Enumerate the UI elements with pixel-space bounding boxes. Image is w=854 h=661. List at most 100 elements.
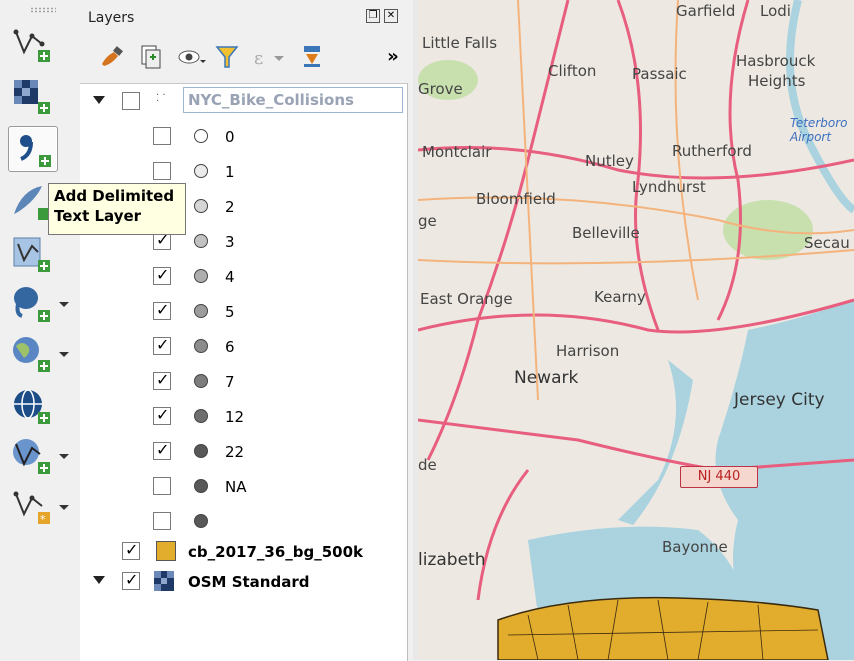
- point-symbol-icon: [194, 129, 208, 143]
- place-label: Lyndhurst: [632, 178, 706, 196]
- layer-checkbox[interactable]: ✓: [122, 542, 140, 560]
- class-checkbox[interactable]: [153, 162, 171, 180]
- panel-title: Layers: [88, 10, 134, 26]
- legend-class-row[interactable]: ✓5: [80, 296, 407, 328]
- close-panel-button[interactable]: ✕: [384, 9, 398, 23]
- place-label: Little Falls: [422, 34, 497, 52]
- globe-grid-icon: [8, 384, 56, 428]
- legend-class-row[interactable]: ✓ 12: [80, 401, 407, 433]
- style-manager-button[interactable]: [96, 42, 126, 72]
- add-wms-layer-button[interactable]: [8, 332, 56, 376]
- add-wcs-layer-button[interactable]: [8, 384, 56, 428]
- legend-class-row[interactable]: ✓22: [80, 436, 407, 468]
- class-checkbox[interactable]: [153, 127, 171, 145]
- wms-dropdown[interactable]: [56, 347, 72, 361]
- add-raster-layer-button[interactable]: [8, 74, 56, 118]
- filter-icon: [212, 42, 242, 72]
- tooltip: Add Delimited Text Layer: [48, 183, 186, 235]
- toolbar-grip[interactable]: [30, 7, 56, 13]
- class-checkbox[interactable]: ✓: [153, 302, 171, 320]
- add-group-button[interactable]: [134, 42, 164, 72]
- point-symbol-icon: [194, 514, 208, 528]
- filter-legend-button[interactable]: [212, 42, 242, 72]
- tooltip-line-2: Text Layer: [54, 206, 185, 226]
- chevron-down-icon: [56, 449, 72, 463]
- expand-collapse-button[interactable]: [298, 42, 328, 72]
- collapse-icon: [298, 42, 328, 72]
- place-label: Garfield: [676, 2, 735, 20]
- check-icon: ✓: [156, 370, 169, 389]
- point-symbol-icon: [194, 409, 208, 423]
- point-symbol-icon: [194, 199, 208, 213]
- layer-row-osm-standard[interactable]: ✓ OSM Standard: [80, 566, 407, 598]
- chevron-down-icon: [56, 297, 72, 311]
- virtual-layer-dropdown[interactable]: [56, 500, 72, 514]
- legend-class-row[interactable]: ✓7: [80, 366, 407, 398]
- airport-label: Teterboro Airport: [790, 116, 852, 144]
- map-canvas[interactable]: GarfieldLodiLittle FallsCliftonPassaicHa…: [418, 0, 854, 660]
- place-label: Montclair: [422, 143, 491, 161]
- place-label: Rutherford: [672, 142, 752, 160]
- layer-row-cb-2017[interactable]: ✓ cb_2017_36_bg_500k: [80, 536, 407, 568]
- comma-icon: [9, 127, 57, 171]
- point-symbol-icon: [194, 304, 208, 318]
- check-icon: ✓: [156, 335, 169, 354]
- check-icon: ✓: [125, 540, 138, 559]
- add-wfs-layer-button[interactable]: [8, 434, 56, 478]
- add-delimited-text-layer-button[interactable]: [8, 126, 58, 172]
- new-shapefile-layer-button[interactable]: [8, 232, 56, 276]
- expression-icon: ε: [250, 42, 290, 72]
- layer-name-text: NYC_Bike_Collisions: [188, 91, 354, 109]
- class-label: 7: [225, 373, 235, 391]
- class-label: 2: [225, 198, 235, 216]
- add-postgis-layer-button[interactable]: [8, 282, 56, 326]
- more-tools-button[interactable]: »: [378, 42, 408, 72]
- class-checkbox[interactable]: [153, 477, 171, 495]
- check-icon: ✓: [156, 405, 169, 424]
- class-label: 0: [225, 128, 235, 146]
- layer-name-editor[interactable]: NYC_Bike_Collisions: [183, 87, 403, 113]
- class-label: 5: [225, 303, 235, 321]
- elephant-icon: [8, 282, 56, 326]
- filter-expression-button[interactable]: ε: [250, 42, 280, 72]
- layer-checkbox[interactable]: [122, 92, 140, 110]
- class-checkbox[interactable]: ✓: [153, 372, 171, 390]
- add-group-icon: [134, 42, 164, 72]
- class-checkbox[interactable]: ✓: [153, 267, 171, 285]
- class-label: 3: [225, 233, 235, 251]
- class-checkbox[interactable]: ✓: [153, 337, 171, 355]
- legend-class-row[interactable]: NA: [80, 471, 407, 503]
- class-label: 12: [225, 408, 244, 426]
- class-checkbox[interactable]: ✓: [153, 407, 171, 425]
- place-label: Lodi: [760, 2, 791, 20]
- layer-checkbox[interactable]: ✓: [122, 572, 140, 590]
- layer-label: cb_2017_36_bg_500k: [188, 543, 363, 561]
- class-label: 6: [225, 338, 235, 356]
- add-vector-layer-button[interactable]: [8, 22, 56, 66]
- layers-panel: Layers ❐ ✕ ε: [80, 0, 413, 660]
- globe-vector-icon: [8, 434, 56, 478]
- layer-row-nyc-bike-collisions[interactable]: · ·· NYC_Bike_Collisions: [80, 86, 407, 118]
- place-label: de: [418, 456, 437, 474]
- new-virtual-layer-button[interactable]: *: [8, 484, 56, 528]
- class-checkbox[interactable]: [153, 512, 171, 530]
- place-label: Grove: [418, 80, 463, 98]
- point-symbol-icon: [194, 374, 208, 388]
- collapse-arrow-icon[interactable]: [93, 576, 105, 584]
- collapse-arrow-icon[interactable]: [93, 96, 105, 104]
- place-label: ge: [418, 212, 437, 230]
- legend-class-row[interactable]: [80, 506, 407, 538]
- legend-class-row[interactable]: ✓6: [80, 331, 407, 363]
- legend-class-row[interactable]: 0: [80, 121, 407, 153]
- layer-label: OSM Standard: [188, 573, 309, 591]
- postgis-dropdown[interactable]: [56, 297, 72, 311]
- check-icon: ✓: [125, 570, 138, 589]
- wfs-dropdown[interactable]: [56, 449, 72, 463]
- legend-class-row[interactable]: ✓4: [80, 261, 407, 293]
- place-label: Heights: [748, 72, 805, 90]
- point-symbol-icon: [194, 234, 208, 248]
- place-label: Hasbrouck: [736, 52, 815, 70]
- class-checkbox[interactable]: ✓: [153, 442, 171, 460]
- float-panel-button[interactable]: ❐: [366, 9, 380, 23]
- manage-visibility-button[interactable]: [176, 42, 206, 72]
